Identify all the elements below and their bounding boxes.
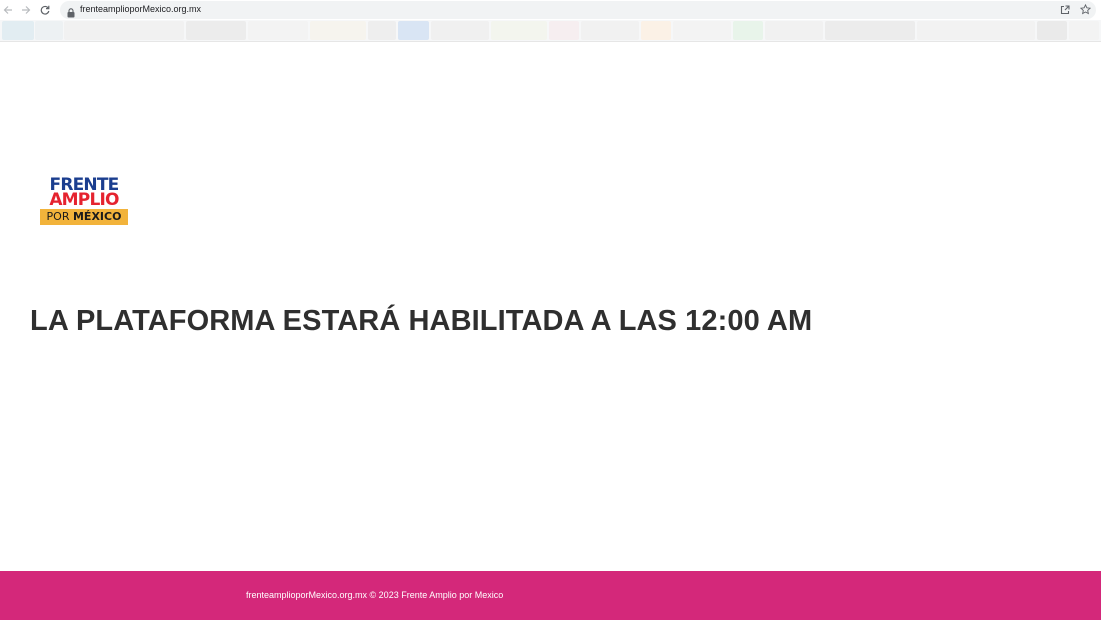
bookmark-item[interactable] — [35, 21, 63, 40]
bookmark-item[interactable] — [825, 21, 915, 40]
logo-band-prefix: POR — [46, 210, 73, 223]
bookmark-item[interactable] — [398, 21, 429, 40]
bookmark-item[interactable] — [581, 21, 639, 40]
browser-toolbar: frenteamplioporMexico.org.mx — [0, 0, 1101, 20]
bookmark-item[interactable] — [64, 21, 184, 40]
bookmark-item[interactable] — [1037, 21, 1067, 40]
bookmark-item[interactable] — [186, 21, 246, 40]
bookmark-item[interactable] — [917, 21, 1035, 40]
bookmark-item[interactable] — [1069, 21, 1099, 40]
bookmark-item[interactable] — [549, 21, 579, 40]
bookmark-item[interactable] — [673, 21, 731, 40]
footer-copyright: frenteamplioporMexico.org.mx © 2023 Fren… — [246, 590, 504, 600]
address-bar[interactable]: frenteamplioporMexico.org.mx — [60, 1, 1096, 19]
back-button[interactable] — [0, 2, 16, 18]
bookmark-item[interactable] — [310, 21, 366, 40]
arrow-right-icon — [21, 3, 31, 18]
reload-button[interactable] — [37, 2, 53, 18]
footer: frenteamplioporMexico.org.mx © 2023 Fren… — [0, 571, 1101, 620]
lock-icon[interactable] — [67, 5, 75, 18]
bookmark-item[interactable] — [641, 21, 671, 40]
bookmark-item[interactable] — [733, 21, 763, 40]
url-text[interactable]: frenteamplioporMexico.org.mx — [80, 4, 201, 14]
arrow-left-icon — [3, 3, 13, 18]
bookmark-item[interactable] — [368, 21, 396, 40]
logo-band: POR MÉXICO — [40, 209, 128, 225]
logo-line-amplio: AMPLIO — [49, 190, 119, 210]
bookmarks-bar — [0, 20, 1101, 42]
star-icon[interactable] — [1079, 3, 1091, 15]
frente-amplio-logo[interactable]: FRENTE AMPLIO POR MÉXICO — [40, 177, 128, 226]
availability-headline: LA PLATAFORMA ESTARÁ HABILITADA A LAS 12… — [30, 305, 813, 337]
forward-button[interactable] — [18, 2, 34, 18]
bookmark-item[interactable] — [248, 21, 308, 40]
reload-icon — [40, 3, 50, 18]
bookmark-item[interactable] — [491, 21, 547, 40]
bookmark-item[interactable] — [2, 21, 34, 40]
bookmark-item[interactable] — [765, 21, 823, 40]
share-icon[interactable] — [1059, 4, 1071, 16]
bookmark-item[interactable] — [431, 21, 489, 40]
logo-band-strong: MÉXICO — [72, 210, 122, 223]
